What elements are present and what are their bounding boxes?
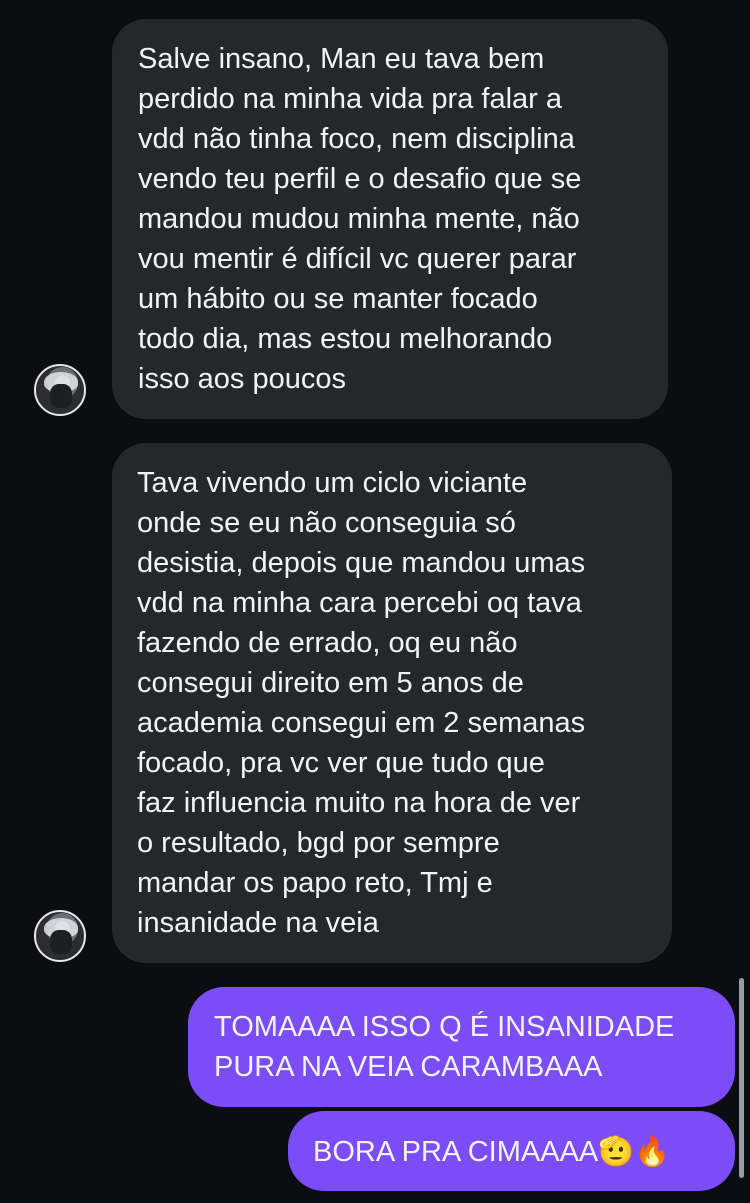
outgoing-message-bubble[interactable]: BORA PRA CIMAAAA🫡🔥 xyxy=(288,1111,735,1191)
incoming-message-bubble[interactable]: Tava vivendo um ciclo viciante onde se e… xyxy=(112,443,672,963)
outgoing-message-text: BORA PRA CIMAAAA xyxy=(313,1136,599,1168)
outgoing-message-bubble[interactable]: TOMAAAA ISSO Q É INSANIDADE PURA NA VEIA… xyxy=(188,987,735,1107)
avatar-face-shape xyxy=(50,384,72,408)
salute-fire-emoji-icon: 🫡🔥 xyxy=(598,1134,671,1168)
incoming-message-bubble[interactable]: Salve insano, Man eu tava bem perdido na… xyxy=(112,19,668,419)
avatar-face-shape xyxy=(50,930,72,954)
sender-avatar[interactable] xyxy=(34,364,86,416)
scrollbar[interactable] xyxy=(739,978,744,1178)
sender-avatar[interactable] xyxy=(34,910,86,962)
